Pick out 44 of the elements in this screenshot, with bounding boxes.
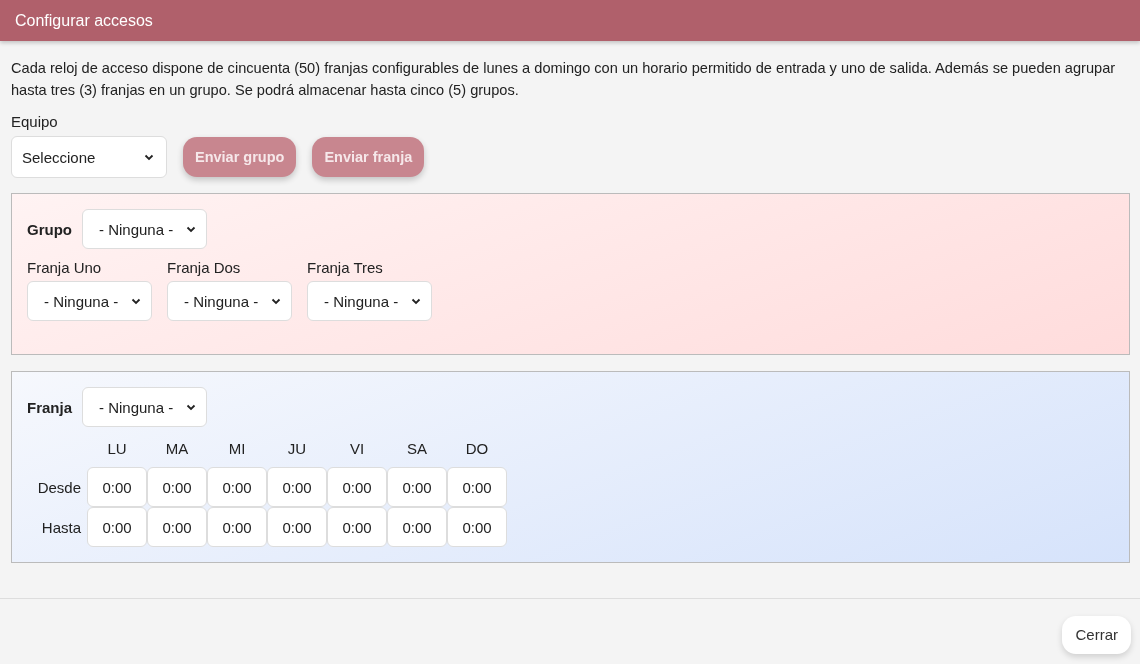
dropdown[interactable]: - Ninguna - [27, 281, 152, 321]
dropdown[interactable]: - Ninguna - [82, 209, 207, 249]
chevron-down-icon [271, 297, 281, 305]
day-header: LU [106, 439, 128, 457]
dropdown[interactable]: - Ninguna - [307, 281, 432, 321]
dropdown[interactable]: - Ninguna - [82, 387, 207, 427]
time-field[interactable]: 0:00 [207, 507, 267, 547]
dropdown[interactable]: Seleccione [11, 136, 167, 178]
field-label: Franja Dos [167, 259, 242, 276]
time-field[interactable]: 0:00 [327, 507, 387, 547]
dropdown[interactable]: - Ninguna - [167, 281, 292, 321]
time-field[interactable]: 0:00 [327, 467, 387, 507]
time-field[interactable]: 0:00 [447, 467, 507, 507]
time-field[interactable]: 0:00 [87, 507, 147, 547]
day-header: SA [406, 439, 428, 457]
time-field[interactable]: 0:00 [147, 467, 207, 507]
chevron-down-icon [411, 297, 421, 305]
time-field[interactable]: 0:00 [207, 467, 267, 507]
chevron-down-icon [186, 225, 196, 233]
time-field[interactable]: 0:00 [87, 467, 147, 507]
chevron-down-icon [186, 403, 196, 411]
field-label: Equipo [11, 113, 59, 130]
time-field[interactable]: 0:00 [387, 507, 447, 547]
row-label: Hasta [40, 518, 82, 536]
day-header: MI [227, 439, 247, 457]
day-header: VI [348, 439, 366, 457]
row-label: Desde [36, 478, 82, 496]
field-label: Franja [27, 398, 72, 416]
dialog-title: Configurar accesos [15, 11, 153, 30]
time-field[interactable]: 0:00 [447, 507, 507, 547]
day-header: MA [164, 439, 190, 457]
close-button[interactable]: Cerrar [1062, 615, 1131, 654]
time-field[interactable]: 0:00 [267, 507, 327, 547]
time-field[interactable]: 0:00 [267, 467, 327, 507]
chevron-down-icon [131, 297, 141, 305]
day-header: DO [464, 439, 490, 457]
time-field[interactable]: 0:00 [147, 507, 207, 547]
field-label: Grupo [27, 220, 72, 238]
field-label: Franja Uno [27, 259, 103, 276]
chevron-down-icon [144, 153, 154, 161]
description-text: Cada reloj de acceso dispone de cincuenta (50) franjas configurables de lunes a domingo con un horario permitido de entrada y uno de salida. Además se pueden agrupar hasta tres (3) franjas en un grupo. Se podrá almacenar hasta cinco (5) grupos. [11, 59, 1117, 100]
field-label: Franja Tres [307, 259, 384, 276]
time-field[interactable]: 0:00 [387, 467, 447, 507]
day-header: JU [286, 439, 308, 457]
